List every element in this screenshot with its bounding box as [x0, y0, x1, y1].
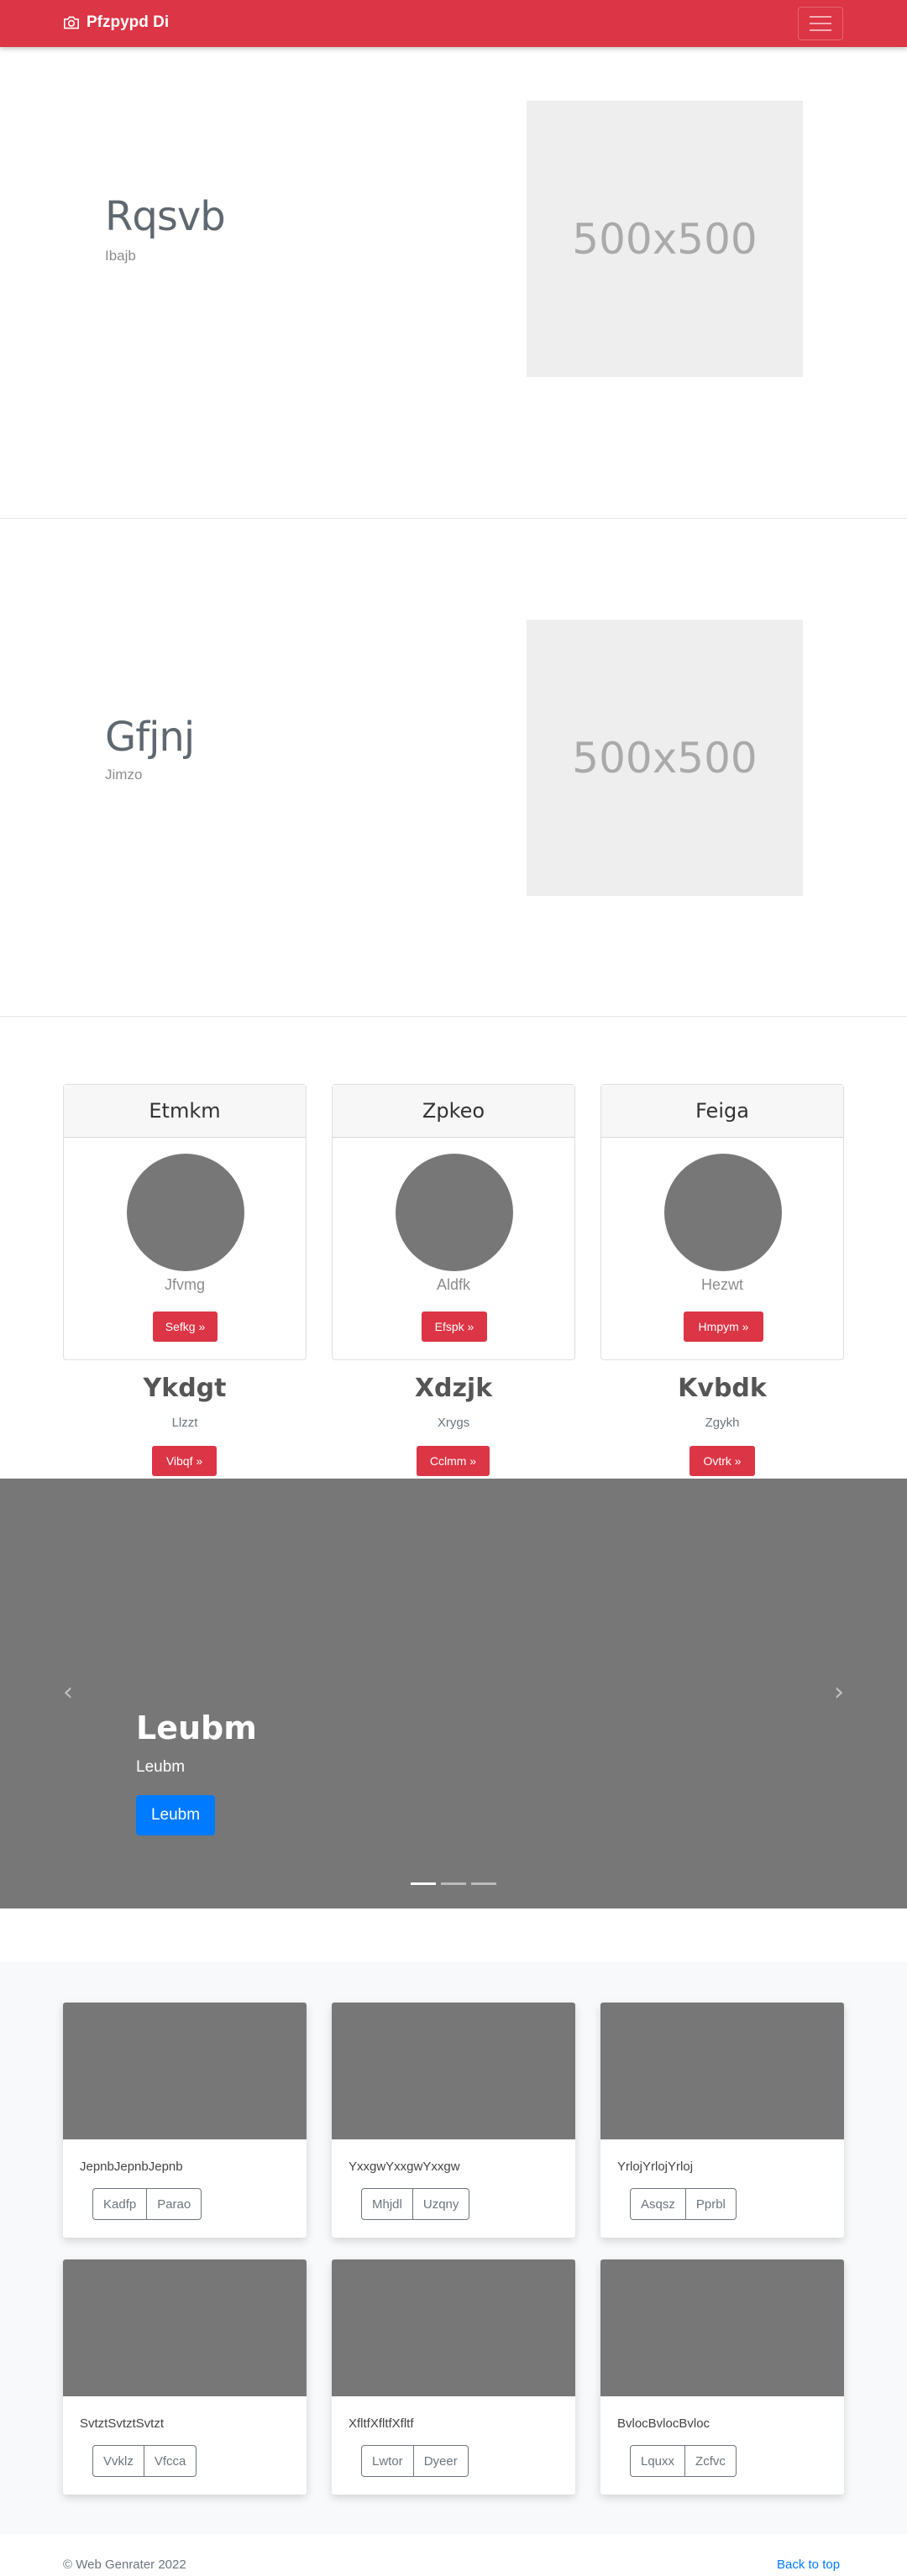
- avatar: [664, 1154, 782, 1271]
- album-card-text: XfltfXfltfXfltf: [349, 2416, 414, 2431]
- album-thumbnail: [332, 2259, 575, 2396]
- album-button[interactable]: Lwtor: [361, 2445, 414, 2477]
- feature-section-2: Gfjnj Jimzo 500x500: [0, 498, 907, 1017]
- album-thumbnail: [600, 2003, 844, 2139]
- card-header: Feiga: [601, 1085, 843, 1138]
- profile-card: Zpkeo Aldfk Efspk »: [332, 1084, 575, 1360]
- feature-section-1: Rqsvb Ibajb 500x500: [0, 0, 907, 519]
- album-button[interactable]: Uzqny: [412, 2188, 470, 2220]
- album-button-group: Kadfp Parao: [92, 2188, 202, 2220]
- carousel-prev-button[interactable]: ‹: [59, 1677, 77, 1707]
- carousel-cta-button[interactable]: Leubm: [136, 1795, 215, 1835]
- card-header: Zpkeo: [333, 1085, 574, 1138]
- feature-heading: Rqsvb: [105, 193, 226, 240]
- album-button[interactable]: Asqsz: [630, 2188, 686, 2220]
- footer-copyright: © Web Genrater 2022: [63, 2558, 186, 2572]
- column-button[interactable]: Cclmm »: [417, 1446, 490, 1476]
- album-thumbnail: [332, 2003, 575, 2139]
- column-subtitle: Zgykh: [705, 1416, 740, 1430]
- column-subtitle: Xrygs: [437, 1416, 470, 1430]
- album-card: YxxgwYxxgwYxxgw Mhjdl Uzqny: [332, 2003, 575, 2238]
- album-card-text: JepnbJepnbJepnb: [80, 2160, 183, 2174]
- carousel-caption-text: Leubm: [136, 1758, 186, 1776]
- album-card: XfltfXfltfXfltf Lwtor Dyeer: [332, 2259, 575, 2495]
- album-button[interactable]: Dyeer: [413, 2445, 469, 2477]
- album-thumbnail: [63, 2259, 307, 2396]
- album-button-group: Mhjdl Uzqny: [361, 2188, 470, 2220]
- column-subtitle: Llzzt: [171, 1416, 198, 1430]
- carousel-indicator[interactable]: [441, 1882, 466, 1885]
- album-card-text: YxxgwYxxgwYxxgw: [349, 2160, 460, 2174]
- column-button[interactable]: Vibqf »: [152, 1446, 217, 1476]
- album-card-text: SvtztSvtztSvtzt: [80, 2416, 165, 2431]
- album-button-group: Lwtor Dyeer: [361, 2445, 469, 2477]
- card-header: Etmkm: [64, 1085, 306, 1138]
- card-button[interactable]: Hmpym »: [684, 1312, 763, 1342]
- carousel-caption-title: Leubm: [136, 1709, 257, 1746]
- album-card-text: YrlojYrlojYrloj: [617, 2160, 694, 2174]
- feature-subheading: Ibajb: [105, 248, 136, 264]
- album-button[interactable]: Lquxx: [630, 2445, 686, 2477]
- column-title: Xdzjk: [414, 1374, 493, 1403]
- column-button[interactable]: Ovtrk »: [689, 1446, 755, 1476]
- album-button[interactable]: Vfcca: [144, 2445, 197, 2477]
- card-text: Aldfk: [436, 1276, 471, 1293]
- card-button[interactable]: Efspk »: [422, 1312, 487, 1342]
- avatar: [127, 1154, 244, 1271]
- feature-image-placeholder: 500x500: [527, 101, 803, 377]
- album-button[interactable]: Parao: [147, 2188, 202, 2220]
- profile-card: Feiga Hezwt Hmpym »: [600, 1084, 844, 1360]
- album-button-group: Asqsz Pprbl: [630, 2188, 737, 2220]
- profile-card: Etmkm Jfvmg Sefkg »: [63, 1084, 307, 1360]
- back-to-top-link[interactable]: Back to top: [777, 2558, 840, 2572]
- feature-subheading: Jimzo: [105, 767, 143, 783]
- album-thumbnail: [63, 2003, 307, 2139]
- carousel-indicator[interactable]: [411, 1882, 436, 1885]
- carousel-next-button[interactable]: ›: [830, 1677, 848, 1707]
- feature-image-placeholder: 500x500: [527, 620, 803, 896]
- album-card-text: BvlocBvlocBvloc: [617, 2416, 710, 2431]
- carousel: ‹ › Leubm Leubm Leubm: [0, 1479, 907, 1908]
- carousel-indicator[interactable]: [471, 1882, 496, 1885]
- album-card: YrlojYrlojYrloj Asqsz Pprbl: [600, 2003, 844, 2238]
- album-button[interactable]: Zcfvc: [685, 2445, 737, 2477]
- album-card: JepnbJepnbJepnb Kadfp Parao: [63, 2003, 307, 2238]
- album-thumbnail: [600, 2259, 844, 2396]
- card-text: Jfvmg: [164, 1276, 205, 1293]
- album-card: BvlocBvlocBvloc Lquxx Zcfvc: [600, 2259, 844, 2495]
- album-button-group: Lquxx Zcfvc: [630, 2445, 737, 2477]
- album-section: JepnbJepnbJepnb Kadfp Parao YxxgwYxxgwYx…: [0, 1962, 907, 2534]
- column-title: Ykdgt: [143, 1374, 227, 1403]
- album-button[interactable]: Vvklz: [92, 2445, 144, 2477]
- album-button-group: Vvklz Vfcca: [92, 2445, 197, 2477]
- album-button[interactable]: Pprbl: [685, 2188, 737, 2220]
- album-button[interactable]: Mhjdl: [361, 2188, 413, 2220]
- column-title: Kvbdk: [678, 1374, 767, 1403]
- card-button[interactable]: Sefkg »: [153, 1312, 218, 1342]
- card-text: Hezwt: [700, 1276, 743, 1293]
- album-button[interactable]: Kadfp: [92, 2188, 148, 2220]
- album-card: SvtztSvtztSvtzt Vvklz Vfcca: [63, 2259, 307, 2495]
- feature-heading: Gfjnj: [105, 714, 195, 761]
- avatar: [396, 1154, 513, 1271]
